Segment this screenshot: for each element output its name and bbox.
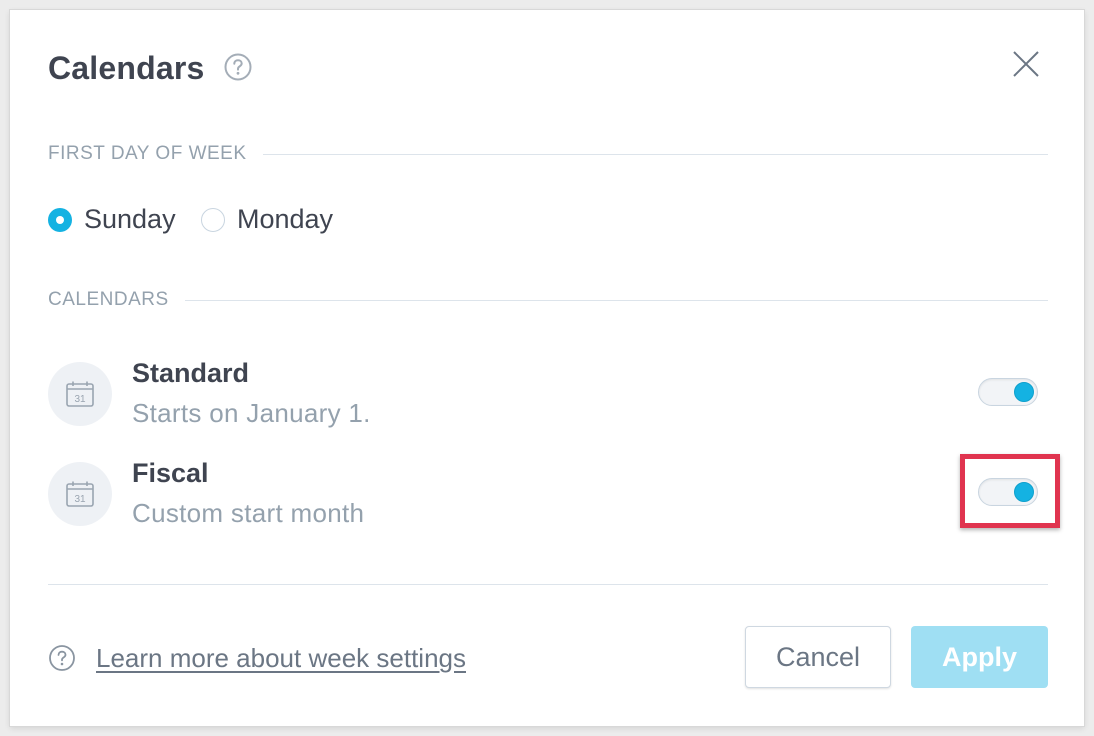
close-icon[interactable] [1006,44,1046,84]
calendars-dialog: Calendars FIRST DAY OF WEEK Sunday Monda… [10,10,1084,726]
svg-text:31: 31 [74,394,86,405]
svg-text:31: 31 [74,494,86,505]
radio-label-monday: Monday [237,204,334,234]
radio-button-checked[interactable] [48,207,72,232]
toggle-knob [1014,382,1034,402]
question-circle-icon[interactable] [223,52,253,82]
apply-button[interactable]: Apply [911,626,1048,688]
radio-sunday[interactable]: Sunday [48,204,176,235]
highlight-annotation [960,454,1060,528]
calendar-item-fiscal: 31 Fiscal Custom start month [48,458,1048,528]
calendar-subtitle: Custom start month [132,498,365,528]
dialog-title: Calendars [48,50,205,86]
toggle-standard[interactable] [978,378,1038,406]
section-divider [48,300,1048,301]
section-label-first-day: FIRST DAY OF WEEK [48,143,263,165]
learn-more-link[interactable]: Learn more about week settings [96,643,466,674]
calendar-icon: 31 [48,462,112,526]
radio-button-unchecked[interactable] [201,207,225,232]
calendar-title: Fiscal [132,458,209,488]
cancel-button[interactable]: Cancel [745,626,891,688]
question-circle-icon [49,645,75,671]
radio-label-sunday: Sunday [84,204,176,234]
radio-monday[interactable]: Monday [201,204,333,235]
calendar-subtitle: Starts on January 1. [132,398,371,428]
calendar-icon: 31 [48,362,112,426]
calendar-item-standard: 31 Standard Starts on January 1. [48,358,1048,428]
footer-divider [48,584,1048,585]
section-label-calendars: CALENDARS [48,289,185,311]
calendar-title: Standard [132,358,250,388]
